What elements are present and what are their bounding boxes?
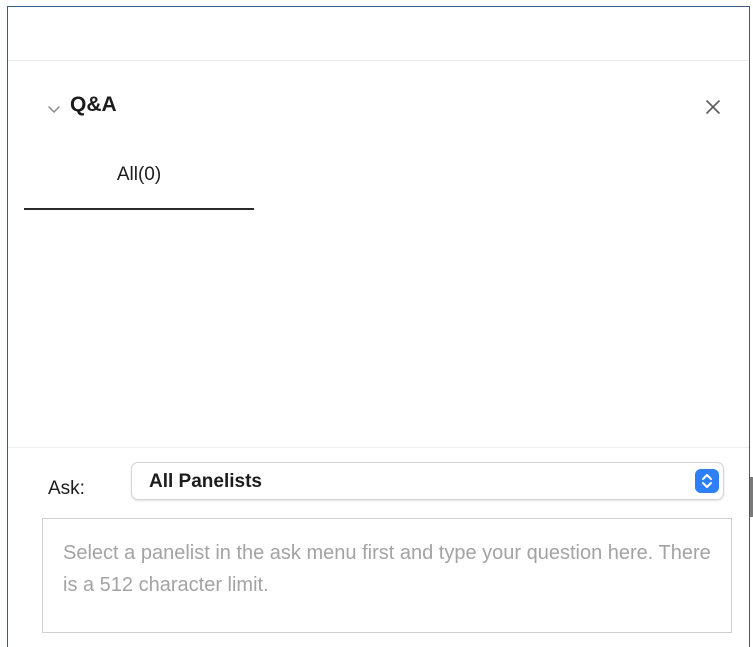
tab-active-indicator xyxy=(24,208,254,210)
tab-all-label: All(0) xyxy=(116,164,162,185)
panel-header: Q&A xyxy=(8,61,749,145)
panel-title: Q&A xyxy=(70,93,117,116)
ask-area: Ask: All Panelists Select a panelist in … xyxy=(8,447,749,647)
questions-list xyxy=(8,212,749,448)
ask-select-value: All Panelists xyxy=(149,471,262,492)
question-input[interactable]: Select a panelist in the ask menu first … xyxy=(42,518,732,633)
ask-recipient-select[interactable]: All Panelists xyxy=(131,462,724,500)
updown-chevron-icon[interactable] xyxy=(695,469,719,493)
ask-label: Ask: xyxy=(48,478,85,499)
qa-panel-frame: Q&A All(0) Ask: All Panelists Select a p… xyxy=(7,6,750,647)
close-icon[interactable] xyxy=(703,97,723,117)
chevron-down-icon[interactable] xyxy=(46,101,62,117)
tab-all[interactable]: All(0) xyxy=(24,152,254,210)
question-placeholder: Select a panelist in the ask menu first … xyxy=(63,542,711,596)
panel-top-bar xyxy=(8,7,749,61)
